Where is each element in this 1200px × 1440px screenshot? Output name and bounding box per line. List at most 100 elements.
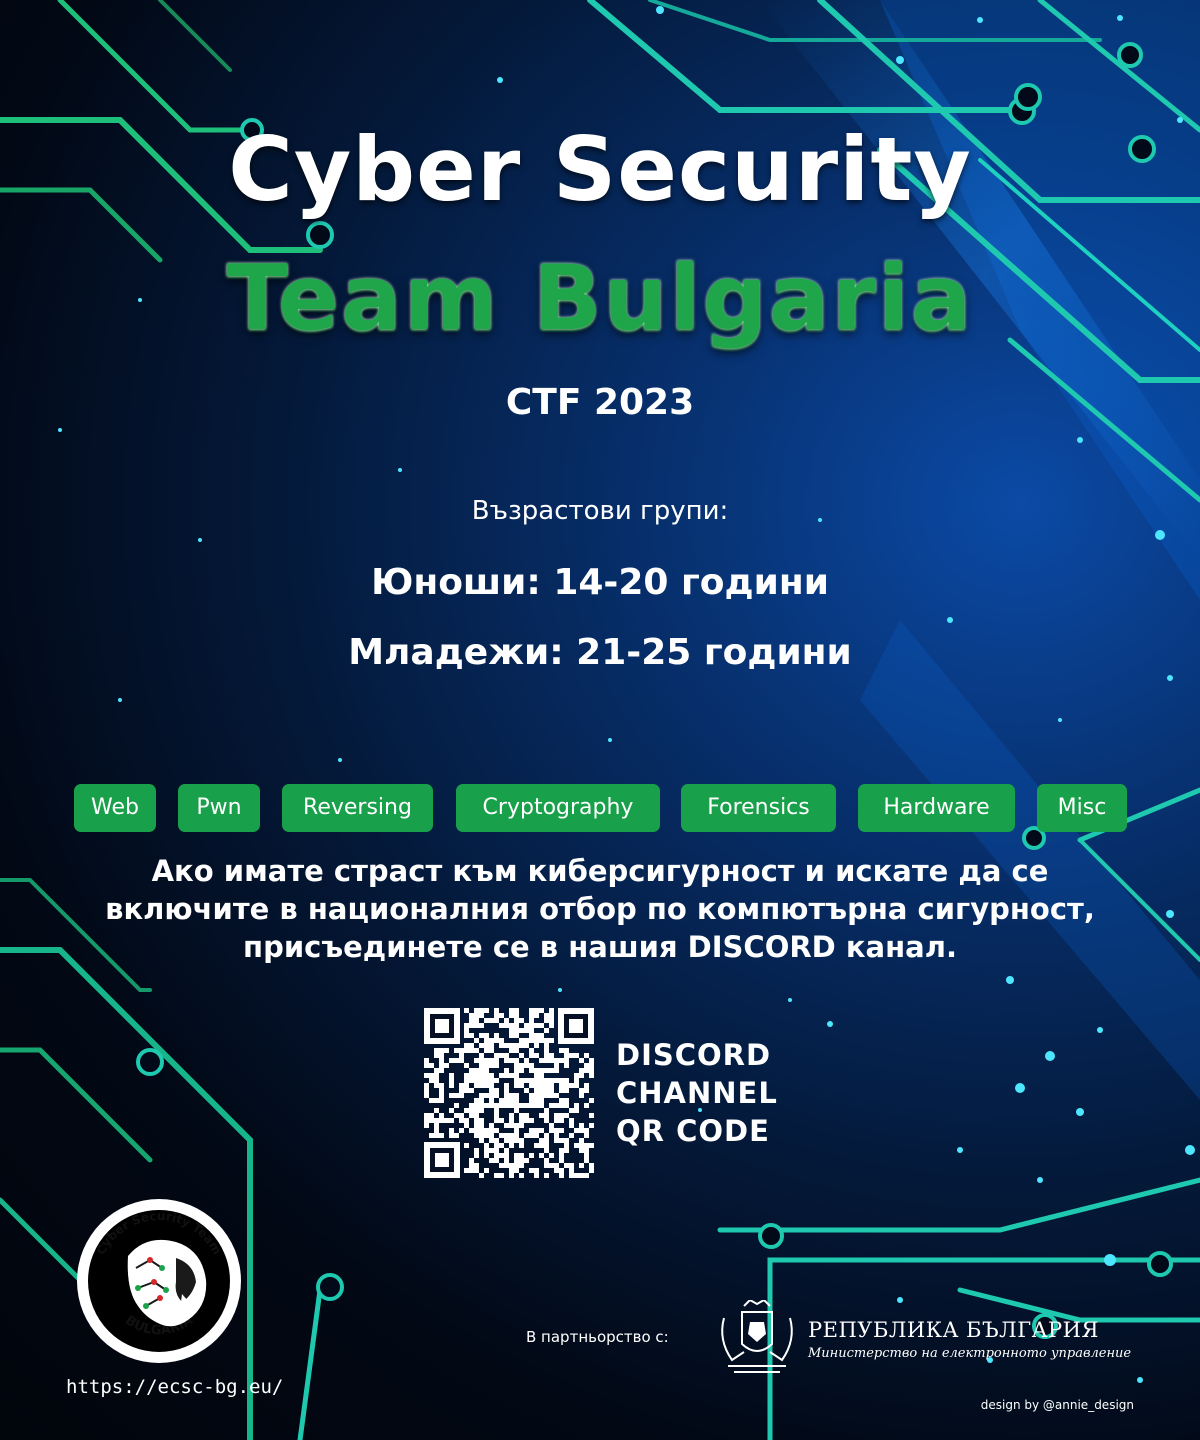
partner-label: В партньорство с: <box>526 1328 669 1346</box>
qr-module <box>529 1093 534 1098</box>
qr-module <box>504 1133 509 1138</box>
qr-module <box>529 1133 534 1138</box>
qr-module <box>499 1133 504 1138</box>
qr-module <box>474 1153 479 1158</box>
qr-module <box>504 1103 509 1108</box>
qr-module <box>464 1168 469 1173</box>
qr-module <box>549 1018 554 1023</box>
qr-module <box>554 1093 559 1098</box>
promo-line-1: Ако имате страст към киберсигурност и ис… <box>151 854 1049 888</box>
qr-module <box>554 1128 559 1133</box>
qr-module <box>454 1103 459 1108</box>
qr-module <box>539 1023 544 1028</box>
qr-module <box>529 1018 534 1023</box>
qr-module <box>494 1108 499 1113</box>
qr-module <box>529 1078 534 1083</box>
qr-module <box>544 1118 549 1123</box>
qr-module <box>519 1068 524 1073</box>
qr-module <box>569 1108 574 1113</box>
qr-module <box>464 1108 469 1113</box>
qr-module <box>474 1128 479 1133</box>
qr-module <box>579 1073 584 1078</box>
qr-module <box>539 1128 544 1133</box>
qr-module <box>464 1063 469 1068</box>
qr-module <box>469 1168 474 1173</box>
qr-module <box>479 1133 484 1138</box>
qr-module <box>569 1168 574 1173</box>
qr-module <box>569 1053 574 1058</box>
qr-module <box>559 1158 564 1163</box>
qr-module <box>579 1173 584 1178</box>
qr-module <box>439 1068 444 1073</box>
qr-module <box>544 1018 549 1023</box>
qr-module <box>474 1083 479 1088</box>
qr-module <box>534 1078 539 1083</box>
qr-module <box>539 1098 544 1103</box>
qr-module <box>484 1058 489 1063</box>
qr-module <box>434 1078 439 1083</box>
qr-module <box>539 1058 544 1063</box>
qr-module <box>584 1063 589 1068</box>
qr-module <box>529 1008 534 1013</box>
qr-module <box>584 1173 589 1178</box>
category-tags: Web Pwn Reversing Cryptography Forensics… <box>74 784 1134 834</box>
qr-module <box>424 1058 429 1063</box>
qr-module <box>509 1118 514 1123</box>
qr-module <box>554 1103 559 1108</box>
qr-module <box>564 1058 569 1063</box>
tag-forensics: Forensics <box>681 784 836 832</box>
qr-module <box>439 1088 444 1093</box>
qr-module <box>434 1128 439 1133</box>
qr-module <box>494 1008 499 1013</box>
qr-module <box>474 1113 479 1118</box>
qr-module <box>549 1083 554 1088</box>
qr-module <box>514 1168 519 1173</box>
qr-module <box>484 1103 489 1108</box>
qr-caption: DISCORD CHANNEL QR CODE <box>616 1036 778 1150</box>
qr-module <box>524 1023 529 1028</box>
qr-module <box>579 1058 584 1063</box>
qr-module <box>479 1083 484 1088</box>
qr-module <box>499 1053 504 1058</box>
qr-module <box>464 1033 469 1038</box>
qr-module <box>554 1068 559 1073</box>
qr-module <box>479 1093 484 1098</box>
qr-module <box>444 1063 449 1068</box>
qr-module <box>494 1103 499 1108</box>
qr-module <box>559 1098 564 1103</box>
qr-module <box>514 1108 519 1113</box>
qr-module <box>494 1158 499 1163</box>
promo-text: Ако имате страст към киберсигурност и ис… <box>60 852 1140 966</box>
qr-module <box>539 1093 544 1098</box>
qr-module <box>529 1063 534 1068</box>
website-link[interactable]: https://ecsc-bg.eu/ <box>66 1376 283 1398</box>
qr-module <box>584 1103 589 1108</box>
qr-module <box>579 1138 584 1143</box>
qr-module <box>584 1148 589 1153</box>
qr-module <box>489 1128 494 1133</box>
qr-module <box>564 1113 569 1118</box>
qr-module <box>574 1083 579 1088</box>
qr-module <box>484 1068 489 1073</box>
qr-module <box>469 1078 474 1083</box>
qr-module <box>539 1083 544 1088</box>
qr-module <box>459 1088 464 1093</box>
qr-module <box>554 1168 559 1173</box>
qr-module <box>549 1088 554 1093</box>
qr-module <box>449 1108 454 1113</box>
qr-module <box>564 1098 569 1103</box>
qr-module <box>544 1048 549 1053</box>
qr-module <box>479 1078 484 1083</box>
qr-module <box>464 1028 469 1033</box>
qr-module <box>544 1013 549 1018</box>
qr-module <box>494 1058 499 1063</box>
qr-module <box>524 1118 529 1123</box>
qr-module <box>579 1123 584 1128</box>
qr-module <box>504 1163 509 1168</box>
qr-module <box>504 1158 509 1163</box>
qr-module <box>494 1138 499 1143</box>
qr-module <box>514 1098 519 1103</box>
qr-module <box>434 1073 439 1078</box>
qr-module <box>464 1078 469 1083</box>
discord-qr-code[interactable] <box>424 1008 594 1178</box>
